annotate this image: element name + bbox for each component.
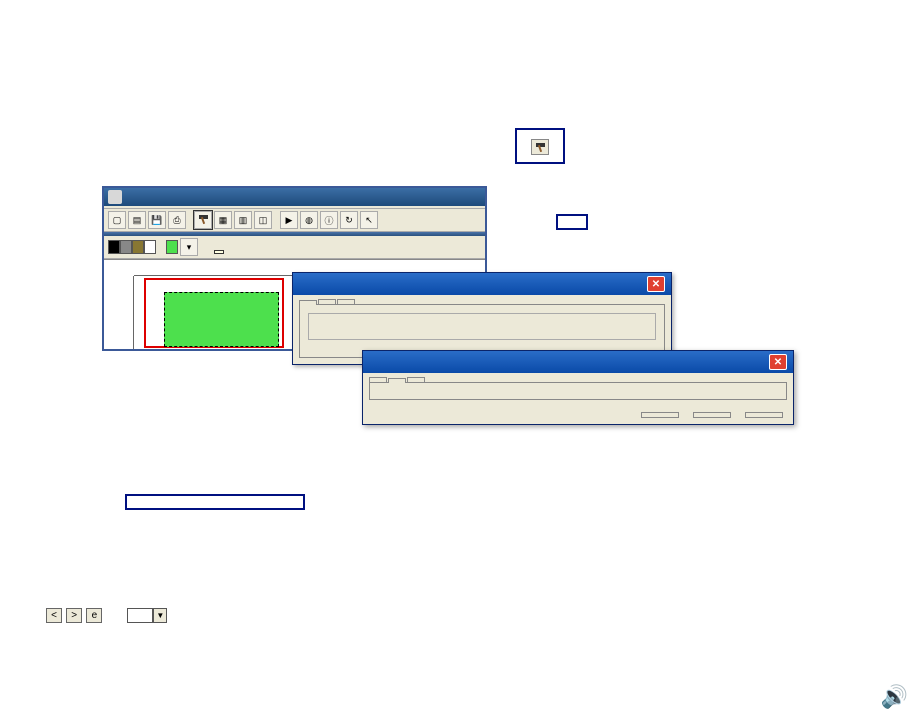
tab-graphics[interactable] xyxy=(337,299,355,304)
color-black[interactable] xyxy=(108,240,120,254)
color-gray[interactable] xyxy=(120,240,132,254)
hammer-icon xyxy=(531,139,549,155)
info-icon[interactable]: ⓘ xyxy=(320,211,338,229)
tab-general[interactable] xyxy=(299,300,317,305)
properties-hammer-icon[interactable] xyxy=(194,211,212,229)
tab-general[interactable] xyxy=(369,377,387,382)
callout-open-measure-system xyxy=(125,494,305,510)
run-icon[interactable]: ▶ xyxy=(280,211,298,229)
toolbar: ▢ ▤ 💾 ⎙ ▦ ▥ ◫ ▶ ◍ ⓘ ↻ ↖ xyxy=(104,209,485,232)
tab-measure-units[interactable] xyxy=(318,299,336,304)
polygon-shape[interactable] xyxy=(164,292,279,347)
ruler-vertical xyxy=(104,276,134,349)
chart-icon[interactable]: ◫ xyxy=(254,211,272,229)
tab-measure-units[interactable] xyxy=(388,378,406,383)
properties-tooltip xyxy=(214,250,224,254)
tab-strip-front xyxy=(363,373,793,382)
close-icon[interactable]: ✕ xyxy=(647,276,665,292)
next-spin-icon: > xyxy=(66,608,82,623)
tab-graphics[interactable] xyxy=(407,377,425,382)
dialog-title-bar: ✕ xyxy=(293,273,671,295)
globe-icon[interactable]: ◍ xyxy=(300,211,318,229)
measure-units-panel xyxy=(369,382,787,400)
callout-click-icon xyxy=(515,128,565,164)
close-icon[interactable]: ✕ xyxy=(769,354,787,370)
color-palette: ▾ xyxy=(104,236,485,259)
print-icon[interactable]: ⎙ xyxy=(168,211,186,229)
prev-spin-icon: < xyxy=(46,608,62,623)
unit-dropdown-icon: ▼ xyxy=(127,608,167,623)
cancel-button[interactable] xyxy=(693,412,731,418)
color-white[interactable] xyxy=(144,240,156,254)
tab-strip xyxy=(293,295,671,304)
save-icon[interactable]: 💾 xyxy=(148,211,166,229)
ok-button[interactable] xyxy=(641,412,679,418)
options-dialog-measure-units: ✕ xyxy=(362,350,794,425)
palette-dropdown[interactable]: ▾ xyxy=(180,238,198,256)
grid-icon[interactable]: ▥ xyxy=(234,211,252,229)
polygon-color[interactable] xyxy=(166,240,178,254)
app-icon xyxy=(108,190,122,204)
pointer-icon[interactable]: ↖ xyxy=(360,211,378,229)
color-olive[interactable] xyxy=(132,240,144,254)
help-button[interactable] xyxy=(745,412,783,418)
scale-icon[interactable]: ▦ xyxy=(214,211,232,229)
footer-description: < > e ▼ xyxy=(46,604,884,627)
e-button-icon: e xyxy=(86,608,102,623)
sound-icon[interactable]: 🔊 xyxy=(881,684,908,710)
app-title-bar xyxy=(104,188,485,206)
dialog-buttons xyxy=(363,406,793,424)
open-icon[interactable]: ▤ xyxy=(128,211,146,229)
refresh-icon[interactable]: ↻ xyxy=(340,211,358,229)
callout-measure-button xyxy=(556,214,588,230)
new-icon[interactable]: ▢ xyxy=(108,211,126,229)
dialog-title-bar-front: ✕ xyxy=(363,351,793,373)
